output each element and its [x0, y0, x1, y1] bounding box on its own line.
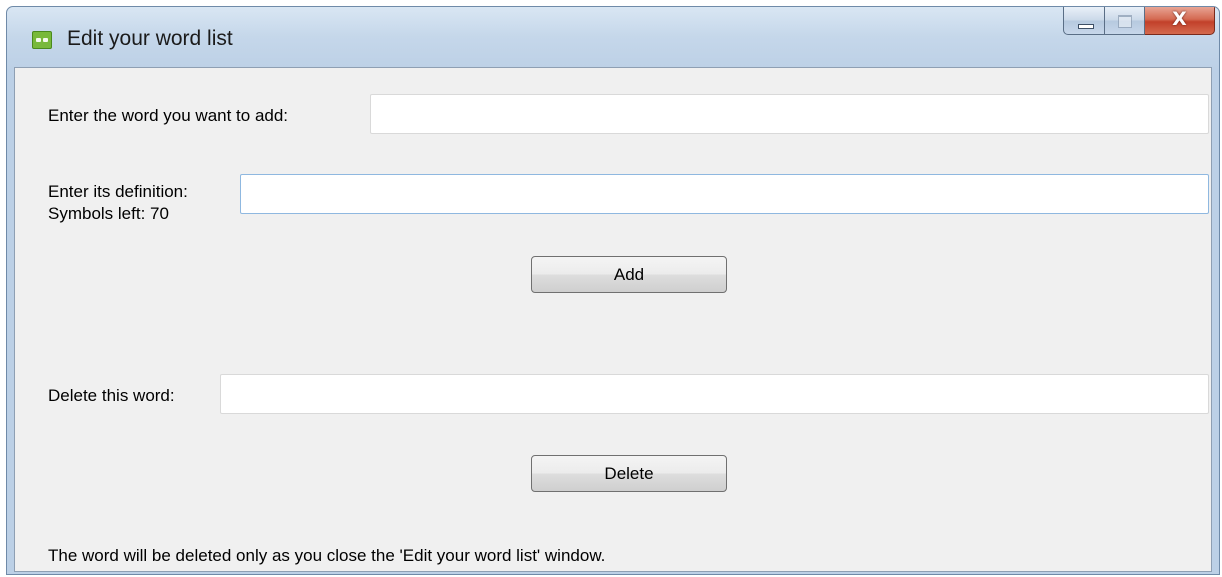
- definition-input[interactable]: [240, 174, 1209, 214]
- symbols-left-counter: Symbols left: 70: [48, 204, 169, 223]
- delete-button[interactable]: Delete: [531, 455, 727, 492]
- add-button[interactable]: Add: [531, 256, 727, 293]
- title-bar[interactable]: Edit your word list X: [7, 7, 1219, 67]
- close-icon: X: [1172, 8, 1187, 30]
- definition-label: Enter its definition:: [48, 182, 188, 201]
- minimize-icon: [1078, 24, 1094, 29]
- app-icon: [32, 31, 52, 49]
- add-word-input[interactable]: [370, 94, 1209, 134]
- caption-buttons: X: [1063, 7, 1215, 35]
- dialog-body: Enter the word you want to add: Enter it…: [14, 67, 1212, 572]
- edit-word-list-window: Edit your word list X Enter the word you…: [6, 6, 1220, 575]
- close-button[interactable]: X: [1145, 7, 1215, 35]
- minimize-button[interactable]: [1063, 7, 1105, 35]
- add-word-label: Enter the word you want to add:: [48, 106, 289, 125]
- maximize-button: [1105, 7, 1145, 35]
- deletion-note: The word will be deleted only as you clo…: [48, 546, 606, 565]
- delete-word-label: Delete this word:: [48, 386, 175, 405]
- maximize-icon: [1118, 15, 1132, 28]
- window-title: Edit your word list: [67, 27, 233, 50]
- delete-word-input[interactable]: [220, 374, 1209, 414]
